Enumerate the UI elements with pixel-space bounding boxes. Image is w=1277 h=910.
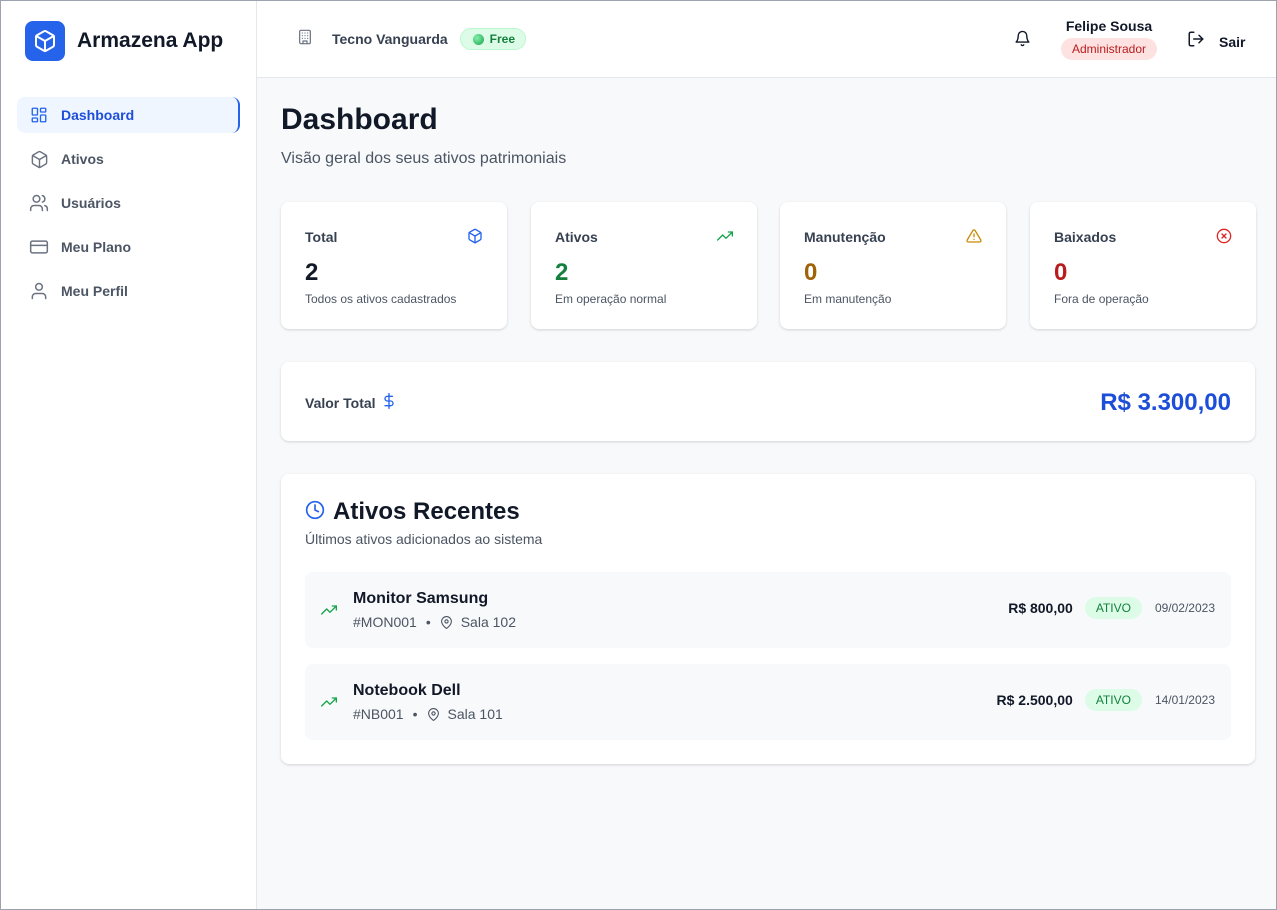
- map-pin-icon: [440, 615, 453, 629]
- stat-description: Todos os ativos cadastrados: [305, 292, 457, 306]
- company-info: Tecno Vanguarda Free: [297, 28, 527, 50]
- separator-dot: •: [412, 706, 418, 722]
- sidebar-item-meu-plano[interactable]: Meu Plano: [17, 229, 240, 265]
- stat-card-total: Total 2 Todos os ativos cadastrados: [281, 202, 507, 329]
- sidebar-item-meu-perfil[interactable]: Meu Perfil: [17, 273, 240, 309]
- asset-date: 09/02/2023: [1154, 601, 1215, 615]
- asset-name: Notebook Dell: [353, 682, 461, 699]
- dollar-icon: [381, 392, 397, 415]
- plan-badge: Free: [459, 28, 527, 50]
- recent-assets-header: Ativos Recentes: [305, 498, 520, 526]
- box-icon: [467, 228, 483, 249]
- sidebar: Armazena App Dashboard Ativos Usuários M…: [0, 0, 257, 910]
- asset-details: R$ 800,00 ATIVO 09/02/2023: [1008, 597, 1215, 619]
- role-badge: Administrador: [1060, 38, 1158, 60]
- credit-card-icon: [29, 237, 49, 257]
- stat-description: Em manutenção: [804, 292, 892, 306]
- notifications-button[interactable]: [1014, 30, 1031, 52]
- sidebar-nav: Dashboard Ativos Usuários Meu Plano Meu …: [17, 97, 240, 317]
- status-badge: ATIVO: [1084, 689, 1142, 711]
- dashboard-icon: [29, 105, 49, 125]
- asset-code: #NB001: [353, 706, 404, 722]
- stat-description: Fora de operação: [1054, 292, 1149, 306]
- sidebar-item-label: Ativos: [61, 151, 104, 167]
- asset-meta: #MON001 • Sala 102: [353, 614, 516, 630]
- recent-assets-card: Ativos Recentes Últimos ativos adicionad…: [281, 474, 1255, 764]
- map-pin-icon: [427, 707, 440, 721]
- stat-card-baixados: Baixados 0 Fora de operação: [1030, 202, 1256, 329]
- sidebar-item-dashboard[interactable]: Dashboard: [17, 97, 240, 133]
- asset-location: Sala 101: [447, 706, 503, 722]
- stat-value: 2: [555, 259, 569, 286]
- stat-description: Em operação normal: [555, 292, 667, 306]
- stat-label: Total: [305, 229, 338, 245]
- clock-icon: [305, 500, 325, 525]
- stat-label: Ativos: [555, 229, 598, 245]
- recent-assets-title: Ativos Recentes: [333, 498, 520, 525]
- sidebar-item-label: Usuários: [61, 195, 121, 211]
- asset-date: 14/01/2023: [1154, 693, 1215, 707]
- total-value-label: Valor Total: [305, 395, 376, 411]
- asset-value: R$ 2.500,00: [996, 692, 1073, 708]
- page-subtitle: Visão geral dos seus ativos patrimoniais: [281, 150, 567, 167]
- recent-assets-subtitle: Últimos ativos adicionados ao sistema: [305, 531, 543, 547]
- list-item[interactable]: Monitor Samsung #MON001 • Sala 102 R$ 80…: [305, 572, 1231, 648]
- stat-card-manutencao: Manutenção 0 Em manutenção: [780, 202, 1006, 329]
- stat-value: 0: [1054, 259, 1068, 286]
- page-title: Dashboard: [281, 103, 438, 136]
- user-info: Felipe Sousa Administrador: [1059, 18, 1159, 60]
- x-circle-icon: [1216, 228, 1232, 249]
- warning-icon: [966, 228, 982, 249]
- asset-name: Monitor Samsung: [353, 590, 489, 607]
- sidebar-item-label: Meu Plano: [61, 239, 132, 255]
- total-value-card: Valor Total R$ 3.300,00: [281, 362, 1255, 441]
- app-name: Armazena App: [77, 29, 224, 52]
- separator-dot: •: [425, 614, 431, 630]
- plan-dot-icon: [472, 33, 484, 45]
- logout-icon: [1187, 30, 1205, 53]
- stat-label: Baixados: [1054, 229, 1117, 245]
- brand[interactable]: Armazena App: [25, 21, 223, 61]
- box-icon: [29, 149, 49, 169]
- sidebar-item-usuarios[interactable]: Usuários: [17, 185, 240, 221]
- stat-card-ativos: Ativos 2 Em operação normal: [531, 202, 757, 329]
- sidebar-item-ativos[interactable]: Ativos: [17, 141, 240, 177]
- trending-up-icon: [321, 694, 337, 715]
- asset-value: R$ 800,00: [1008, 600, 1073, 616]
- logout-label: Sair: [1219, 33, 1246, 50]
- sidebar-item-label: Dashboard: [61, 107, 135, 123]
- bell-icon: [1014, 30, 1031, 51]
- company-name: Tecno Vanguarda: [332, 31, 448, 47]
- sidebar-item-label: Meu Perfil: [61, 283, 128, 299]
- stat-value: 0: [804, 259, 818, 286]
- asset-meta: #NB001 • Sala 101: [353, 706, 503, 722]
- user-icon: [29, 281, 49, 301]
- asset-code: #MON001: [353, 614, 417, 630]
- trending-up-icon: [717, 228, 733, 249]
- user-name: Felipe Sousa: [1065, 18, 1153, 34]
- total-value-amount: R$ 3.300,00: [1100, 389, 1231, 416]
- plan-label: Free: [489, 32, 516, 46]
- stat-value: 2: [305, 259, 319, 286]
- top-header: Tecno Vanguarda Free Felipe Sousa Admini…: [257, 0, 1277, 78]
- box-logo-icon: [25, 21, 65, 61]
- list-item[interactable]: Notebook Dell #NB001 • Sala 101 R$ 2.500…: [305, 664, 1231, 740]
- building-icon: [297, 29, 313, 50]
- stat-label: Manutenção: [804, 229, 886, 245]
- trending-up-icon: [321, 602, 337, 623]
- users-icon: [29, 193, 49, 213]
- asset-location: Sala 102: [460, 614, 516, 630]
- logout-button[interactable]: Sair: [1187, 30, 1245, 53]
- status-badge: ATIVO: [1084, 597, 1142, 619]
- asset-details: R$ 2.500,00 ATIVO 14/01/2023: [997, 689, 1215, 711]
